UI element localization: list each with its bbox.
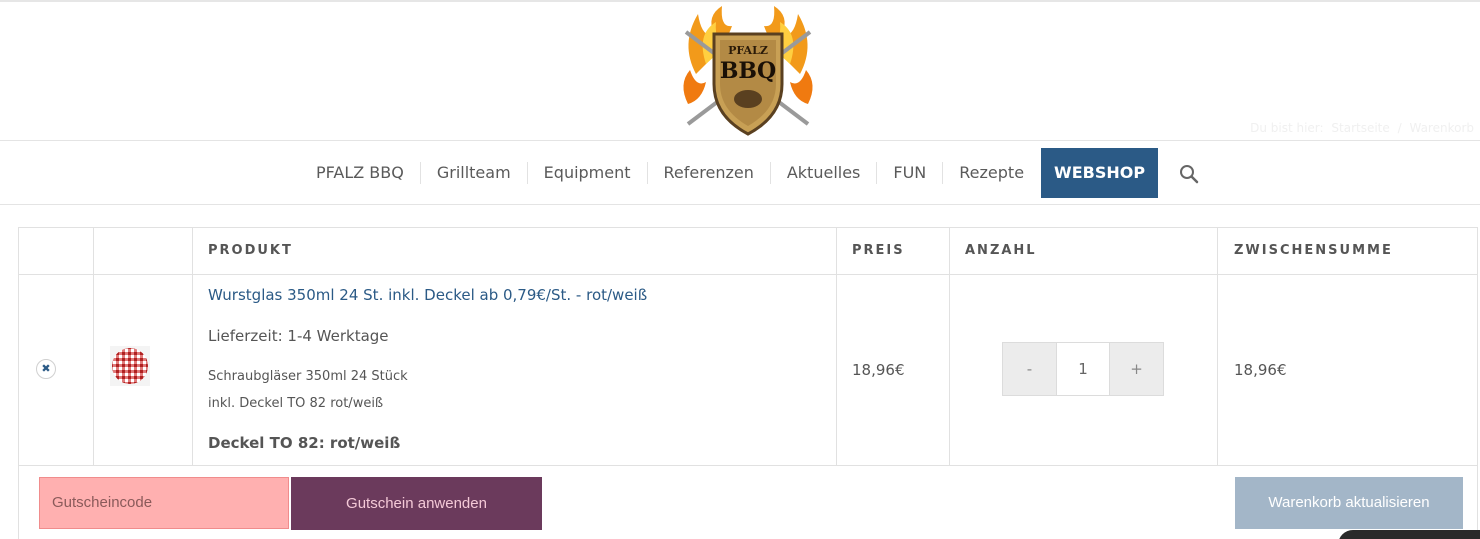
cart-table: PRODUKT PREIS ANZAHL ZWISCHENSUMME ✖ Wur… xyxy=(18,227,1478,466)
floating-widget[interactable] xyxy=(1338,530,1480,539)
column-header-subtotal: ZWISCHENSUMME xyxy=(1234,243,1393,258)
product-variant: Deckel TO 82: rot/weiß xyxy=(208,434,401,452)
product-description-line-2: inkl. Deckel TO 82 rot/weiß xyxy=(208,396,384,411)
breadcrumb: Du bist hier: Startseite / Warenkorb xyxy=(1246,121,1474,135)
nav-item-referenzen[interactable]: Referenzen xyxy=(646,162,770,184)
nav-item-aktuelles[interactable]: Aktuelles xyxy=(769,162,877,184)
nav-item-rezepte[interactable]: Rezepte xyxy=(942,162,1040,184)
quantity-input[interactable]: 1 xyxy=(1056,343,1110,395)
coupon-code-input[interactable]: Gutscheincode xyxy=(39,477,289,529)
breadcrumb-current: Warenkorb xyxy=(1409,121,1474,135)
site-logo[interactable]: PFALZ BBQ xyxy=(676,4,820,138)
search-icon[interactable] xyxy=(1178,163,1200,185)
breadcrumb-home-link[interactable]: Startseite xyxy=(1331,121,1389,135)
site-header: PFALZ BBQ Du bist hier: Startseite / War… xyxy=(0,2,1480,141)
quantity-stepper: - 1 + xyxy=(1002,342,1164,396)
header-divider xyxy=(19,274,1477,275)
breadcrumb-separator: / xyxy=(1397,121,1402,135)
apply-coupon-button[interactable]: Gutschein anwenden xyxy=(291,477,542,530)
cart-actions: Gutscheincode Gutschein anwenden Warenko… xyxy=(18,465,1478,539)
column-divider xyxy=(192,228,193,465)
column-divider xyxy=(1217,228,1218,465)
quantity-increase-button[interactable]: + xyxy=(1110,343,1163,395)
nav-item-pfalz-bbq[interactable]: PFALZ BBQ xyxy=(300,162,420,184)
nav-menu: PFALZ BBQ Grillteam Equipment Referenzen… xyxy=(300,148,1159,198)
nav-item-grillteam[interactable]: Grillteam xyxy=(419,162,527,184)
nav-item-equipment[interactable]: Equipment xyxy=(526,162,647,184)
item-subtotal: 18,96€ xyxy=(1234,361,1287,379)
column-divider xyxy=(93,228,94,465)
column-header-price: PREIS xyxy=(852,243,905,258)
update-cart-button[interactable]: Warenkorb aktualisieren xyxy=(1235,477,1463,529)
column-divider xyxy=(949,228,950,465)
nav-item-fun[interactable]: FUN xyxy=(876,162,942,184)
main-navigation: PFALZ BBQ Grillteam Equipment Referenzen… xyxy=(0,141,1480,205)
nav-item-webshop[interactable]: WEBSHOP xyxy=(1041,148,1159,198)
product-description-line-1: Schraubgläser 350ml 24 Stück xyxy=(208,369,408,384)
delivery-time: Lieferzeit: 1-4 Werktage xyxy=(208,327,389,345)
breadcrumb-prefix: Du bist hier: xyxy=(1250,121,1324,135)
remove-item-icon[interactable]: ✖ xyxy=(36,359,56,379)
item-price: 18,96€ xyxy=(852,361,905,379)
svg-text:PFALZ: PFALZ xyxy=(728,44,768,57)
quantity-decrease-button[interactable]: - xyxy=(1003,343,1056,395)
svg-text:BBQ: BBQ xyxy=(720,58,776,84)
product-thumbnail[interactable] xyxy=(110,346,150,386)
product-name-link[interactable]: Wurstglas 350ml 24 St. inkl. Deckel ab 0… xyxy=(208,286,647,304)
column-header-product: PRODUKT xyxy=(208,243,293,258)
column-header-quantity: ANZAHL xyxy=(965,243,1037,258)
column-divider xyxy=(836,228,837,465)
